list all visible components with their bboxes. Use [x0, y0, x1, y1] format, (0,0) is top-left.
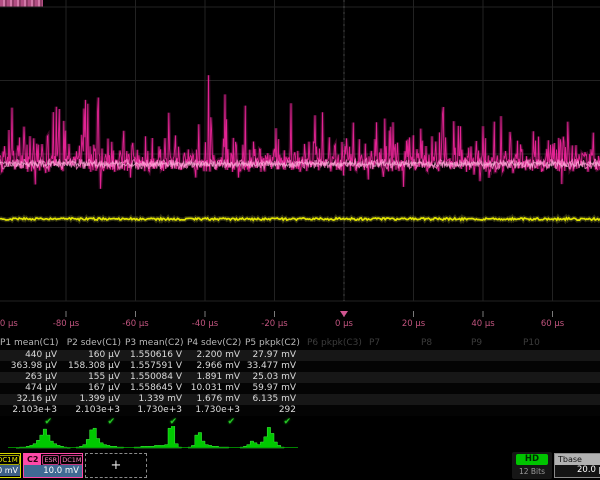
measure-header-p7[interactable]: P7 — [363, 338, 415, 349]
cell: 1.339 mV — [125, 394, 187, 405]
tbase-label: Tbase — [555, 454, 600, 465]
cell: 292 — [245, 405, 301, 416]
cell: 6.135 mV — [245, 394, 301, 405]
cell: 33.477 mV — [245, 361, 301, 372]
measure-header-row: P1 mean(C1) P2 sdev(C1) P3 mean(C2) P4 s… — [0, 337, 600, 350]
measure-header-p9[interactable]: P9 — [465, 338, 517, 349]
time-axis-label: -60 µs — [122, 319, 148, 329]
cell: 1.730e+3 — [125, 405, 187, 416]
time-axis-label: -20 µs — [261, 319, 287, 329]
cell: 1.558645 V — [125, 383, 187, 394]
time-axis-label: -100 µs — [0, 319, 18, 329]
cell: 1.730e+3 — [187, 405, 245, 416]
cell: 10.031 mV — [187, 383, 245, 394]
c2-coupling-badge: DC1M — [60, 455, 83, 465]
tbase-value: 20.0 µs/div — [577, 465, 600, 476]
hd-bits-label: 12 Bits — [512, 467, 552, 476]
measure-header-p4[interactable]: P4 sdev(C2) — [187, 338, 245, 349]
measure-header-p3[interactable]: P3 mean(C2) — [125, 338, 187, 349]
cell: 1.676 mV — [187, 394, 245, 405]
cell: 1.557591 V — [125, 361, 187, 372]
table-row-sdev: 32.16 µV 1.399 µV 1.339 mV 1.676 mV 6.13… — [0, 394, 600, 405]
measure-header-p1[interactable]: P1 mean(C1) — [0, 338, 62, 349]
cell: 32.16 µV — [0, 394, 62, 405]
cell: 1.550084 V — [125, 372, 187, 383]
cell: 25.03 mV — [245, 372, 301, 383]
table-row-max: 474 µV 167 µV 1.558645 V 10.031 mV 59.97… — [0, 383, 600, 394]
cell: 440 µV — [0, 350, 62, 361]
cell: 1.550616 V — [125, 350, 187, 361]
c1-vertical-scale: 0 mV — [0, 465, 20, 476]
table-row-min: 263 µV 155 µV 1.550084 V 1.891 mV 25.03 … — [0, 372, 600, 383]
time-axis-label: -40 µs — [192, 319, 218, 329]
cell: 263 µV — [0, 372, 62, 383]
measure-header-p6[interactable]: P6 pkpk(C3) — [301, 338, 363, 349]
time-axis: -100 µs -80 µs -60 µs -40 µs -20 µs 0 µs… — [0, 319, 600, 332]
cell: 2.966 mV — [187, 361, 245, 372]
cell: 474 µV — [0, 383, 62, 394]
timebase-descriptor[interactable]: Tbase 20.0 µs/div — [554, 453, 600, 478]
measure-header-p2[interactable]: P2 sdev(C1) — [62, 338, 125, 349]
measurement-table: P1 mean(C1) P2 sdev(C1) P3 mean(C2) P4 s… — [0, 337, 600, 428]
time-axis-label: 20 µs — [402, 319, 425, 329]
c2-vertical-scale: 10.0 mV — [24, 465, 82, 477]
time-axis-label: 60 µs — [541, 319, 564, 329]
table-row-value: 440 µV 160 µV 1.550616 V 2.200 mV 27.97 … — [0, 350, 600, 361]
channel-c1-descriptor[interactable]: DC1M 0 mV — [0, 453, 21, 478]
waveform-graticule[interactable] — [0, 0, 600, 320]
cell: 167 µV — [62, 383, 125, 394]
measure-header-p5[interactable]: P5 pkpk(C2) — [245, 338, 301, 349]
c2-esr-badge: ESR — [42, 455, 59, 465]
cell: 155 µV — [62, 372, 125, 383]
oscilloscope-screen: -100 µs -80 µs -60 µs -40 µs -20 µs 0 µs… — [0, 0, 600, 480]
time-axis-label: 40 µs — [471, 319, 494, 329]
time-axis-label: -80 µs — [53, 319, 79, 329]
plus-icon: + — [111, 458, 122, 473]
cell: 363.98 µV — [0, 361, 62, 372]
table-row-num: 2.103e+3 2.103e+3 1.730e+3 1.730e+3 292 — [0, 405, 600, 416]
hd-mode-group[interactable]: HD 12 Bits — [512, 452, 552, 479]
hd-mode-badge: HD — [516, 454, 548, 465]
measure-header-p10[interactable]: P10 — [517, 338, 573, 349]
add-trace-button[interactable]: + — [85, 453, 147, 478]
cell: 1.891 mV — [187, 372, 245, 383]
table-row-mean: 363.98 µV 158.308 µV 1.557591 V 2.966 mV… — [0, 361, 600, 372]
measurement-histicons — [0, 426, 600, 450]
time-axis-label: 0 µs — [335, 319, 353, 329]
cell: 27.97 mV — [245, 350, 301, 361]
c1-coupling-badge: DC1M — [0, 455, 20, 465]
cell: 2.200 mV — [187, 350, 245, 361]
cell: 1.399 µV — [62, 394, 125, 405]
cell: 158.308 µV — [62, 361, 125, 372]
cell: 2.103e+3 — [0, 405, 62, 416]
channel-c2-descriptor[interactable]: C2 ESR DC1M 10.0 mV — [23, 453, 83, 478]
cell: 160 µV — [62, 350, 125, 361]
cell: 2.103e+3 — [62, 405, 125, 416]
descriptor-bar: DC1M 0 mV C2 ESR DC1M 10.0 mV + HD 12 Bi… — [0, 450, 600, 480]
cell: 59.97 mV — [245, 383, 301, 394]
measure-header-p8[interactable]: P8 — [415, 338, 465, 349]
